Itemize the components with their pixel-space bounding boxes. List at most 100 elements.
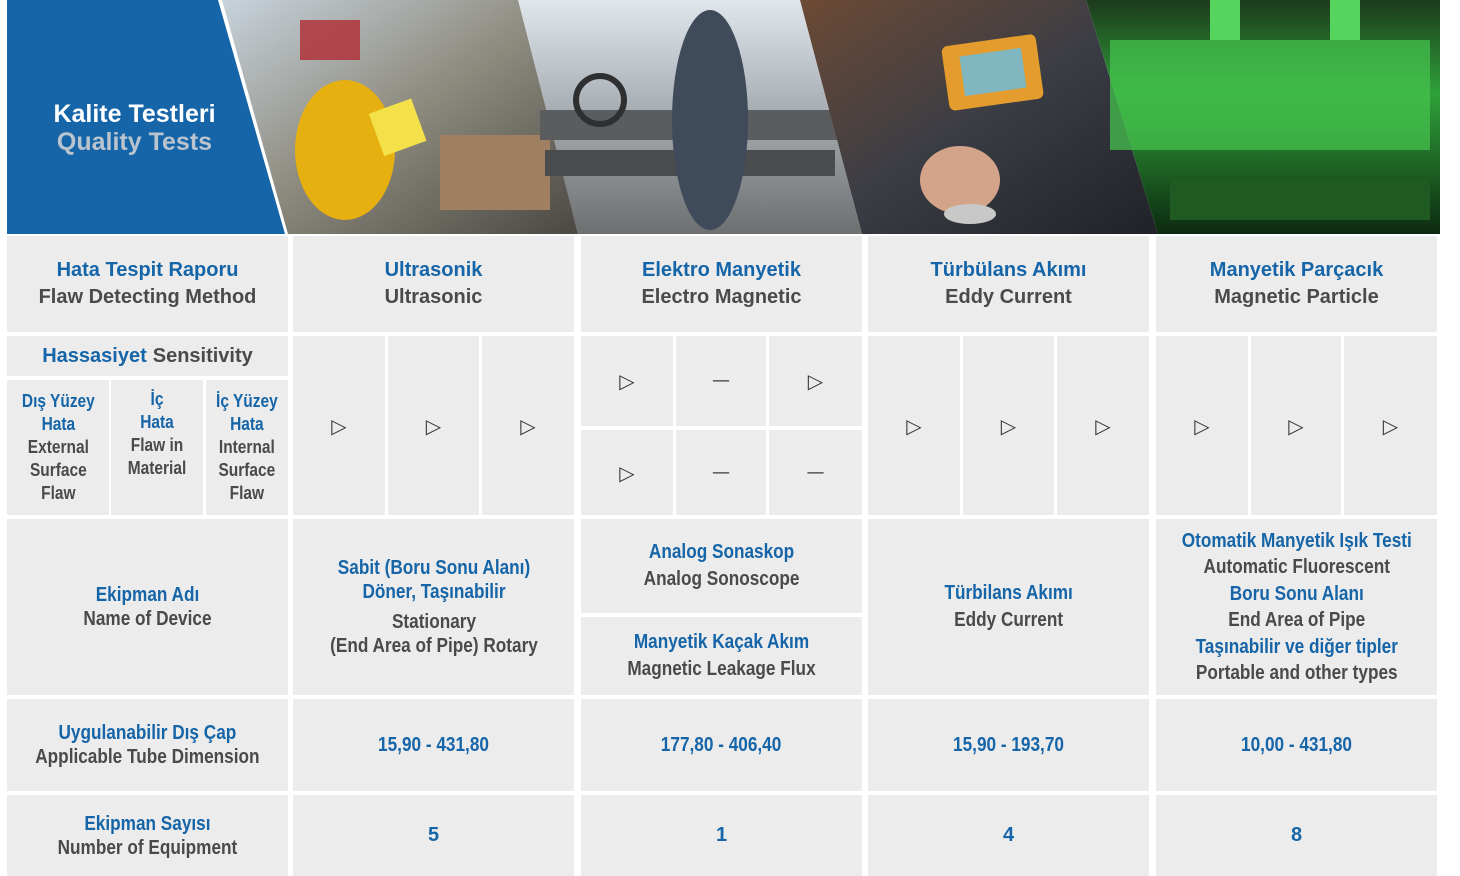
photo-ultrasonic xyxy=(222,0,578,234)
device-tr1: Otomatik Manyetik Işık Testi xyxy=(1181,529,1412,552)
mark-electro-top-external: ▷ xyxy=(581,336,673,426)
mark-ultrasonic-external: ▷ xyxy=(293,336,385,515)
row-label-dimension: Uygulanabilir Dış Çap Applicable Tube Di… xyxy=(7,699,288,791)
device-en3: Portable and other types xyxy=(1195,662,1398,684)
label-device-en: Name of Device xyxy=(83,608,212,630)
count-value: 4 xyxy=(1002,824,1015,846)
label-dimension-tr: Uygulanabilir Dış Çap xyxy=(58,722,237,744)
sensitivity-mark: — xyxy=(712,370,730,391)
sensitivity-mark: ▷ xyxy=(331,413,347,438)
mark-eddy-internal: ▷ xyxy=(1057,336,1149,515)
count-eddy: 4 xyxy=(868,795,1149,876)
sensitivity-mark: ▷ xyxy=(619,460,635,485)
device-tr3: Taşınabilir ve diğer tipler xyxy=(1195,635,1398,658)
device-ultrasonic: Sabit (Boru Sonu Alanı) Döner, Taşınabil… xyxy=(293,519,574,695)
sensitivity-mark: ▷ xyxy=(1288,413,1304,438)
count-magnetic: 8 xyxy=(1156,795,1437,876)
sensitivity-sub-material: İç Hata Flaw in Material xyxy=(111,380,203,515)
sub-en2: Surface xyxy=(29,460,87,480)
sub-tr1: İç xyxy=(150,389,164,409)
method-header-electro: Elektro Manyetik Electro Magnetic xyxy=(581,236,862,332)
method-en: Electro Magnetic xyxy=(641,286,802,308)
method-en: Eddy Current xyxy=(945,286,1072,308)
sub-tr2: Hata xyxy=(230,414,264,434)
sensitivity-mark: ▷ xyxy=(1382,413,1399,438)
device-en1: Stationary xyxy=(391,611,476,633)
device-en2: End Area of Pipe xyxy=(1227,609,1365,631)
sensitivity-mark: ▷ xyxy=(520,413,536,438)
mark-electro-top-material: — xyxy=(676,336,766,426)
sensitivity-mark: ▷ xyxy=(619,369,635,393)
sensitivity-mark: ▷ xyxy=(906,413,922,438)
label-method-tr: Hata Tespit Raporu xyxy=(56,259,239,281)
row-label-method: Hata Tespit Raporu Flaw Detecting Method xyxy=(7,236,288,332)
device-electro-bottom: Manyetik Kaçak Akım Magnetic Leakage Flu… xyxy=(581,617,862,695)
sensitivity-title-tr: Hassasiyet xyxy=(42,344,147,367)
sensitivity-mark: ▷ xyxy=(807,369,824,393)
label-method-en: Flaw Detecting Method xyxy=(38,286,257,308)
device-eddy: Türbilans Akımı Eddy Current xyxy=(868,519,1149,695)
method-en: Magnetic Particle xyxy=(1214,286,1379,308)
sensitivity-mark: — xyxy=(806,461,825,483)
dimension-value: 15,90 - 193,70 xyxy=(953,733,1064,756)
method-tr: Manyetik Parçacık xyxy=(1209,259,1384,281)
sub-en3: Flaw xyxy=(40,483,76,503)
dimension-value: 10,00 - 431,80 xyxy=(1241,733,1352,756)
count-value: 1 xyxy=(715,824,728,846)
method-tr: Elektro Manyetik xyxy=(642,259,801,281)
method-header-magnetic: Manyetik Parçacık Magnetic Particle xyxy=(1156,236,1437,332)
mark-magnetic-external: ▷ xyxy=(1156,336,1248,515)
sub-tr2: Hata xyxy=(140,412,174,432)
mark-eddy-material: ▷ xyxy=(963,336,1054,515)
label-device-tr: Ekipman Adı xyxy=(95,584,200,606)
sub-en1: Internal xyxy=(219,437,275,457)
device-en: Magnetic Leakage Flux xyxy=(627,658,816,680)
row-label-count: Ekipman Sayısı Number of Equipment xyxy=(7,795,288,876)
method-en: Ultrasonic xyxy=(384,286,483,308)
dimension-electro: 177,80 - 406,40 xyxy=(581,699,862,791)
device-tr: Analog Sonaskop xyxy=(648,541,795,563)
method-tr: Türbülans Akımı xyxy=(930,259,1087,281)
mark-electro-top-internal: ▷ xyxy=(769,336,862,426)
dimension-magnetic: 10,00 - 431,80 xyxy=(1156,699,1437,791)
dimension-ultrasonic: 15,90 - 431,80 xyxy=(293,699,574,791)
device-en: Analog Sonoscope xyxy=(643,568,800,590)
count-value: 5 xyxy=(427,824,440,846)
device-tr2: Boru Sonu Alanı xyxy=(1229,582,1364,605)
sensitivity-mark: ▷ xyxy=(1194,413,1210,438)
mark-ultrasonic-material: ▷ xyxy=(388,336,479,515)
device-tr: Türbilans Akımı xyxy=(944,582,1073,604)
label-count-en: Number of Equipment xyxy=(57,836,238,859)
banner-title-en: Quality Tests xyxy=(56,128,213,156)
sub-en2: Material xyxy=(127,458,187,478)
sub-tr2: Hata xyxy=(41,414,75,434)
sensitivity-mark: — xyxy=(712,461,730,483)
device-en1: Automatic Fluorescent xyxy=(1203,556,1390,578)
device-en: Eddy Current xyxy=(954,609,1063,631)
device-en2: (End Area of Pipe) Rotary xyxy=(329,635,538,657)
device-electro-top: Analog Sonaskop Analog Sonoscope xyxy=(581,519,862,613)
sub-en2: Surface xyxy=(218,460,276,480)
sensitivity-mark: ▷ xyxy=(1000,413,1017,438)
mark-magnetic-material: ▷ xyxy=(1251,336,1341,515)
device-tr: Manyetik Kaçak Akım xyxy=(633,631,810,653)
method-header-ultrasonic: Ultrasonik Ultrasonic xyxy=(293,236,574,332)
mark-electro-bottom-external: ▷ xyxy=(581,430,673,515)
count-electro: 1 xyxy=(581,795,862,876)
sub-tr1: İç Yüzey xyxy=(216,391,278,411)
banner-title-tr: Kalite Testleri xyxy=(53,100,216,128)
method-header-eddy: Türbülans Akımı Eddy Current xyxy=(868,236,1149,332)
row-label-device: Ekipman Adı Name of Device xyxy=(7,519,288,695)
sensitivity-sub-internal: İç Yüzey Hata Internal Surface Flaw xyxy=(206,380,288,515)
sensitivity-title: Hassasiyet Sensitivity xyxy=(7,336,288,376)
sensitivity-mark: ▷ xyxy=(425,413,442,438)
mark-eddy-external: ▷ xyxy=(868,336,960,515)
device-magnetic: Otomatik Manyetik Işık Testi Automatic F… xyxy=(1156,519,1437,695)
sub-en1: Flaw in xyxy=(130,435,184,455)
sub-tr1: Dış Yüzey xyxy=(21,391,95,411)
banner-title: Kalite Testleri Quality Tests xyxy=(7,100,262,156)
device-tr: Sabit (Boru Sonu Alanı) Döner, Taşınabil… xyxy=(337,557,530,603)
sensitivity-sub-external: Dış Yüzey Hata External Surface Flaw xyxy=(7,380,109,515)
label-count-tr: Ekipman Sayısı xyxy=(84,812,211,835)
dimension-value: 15,90 - 431,80 xyxy=(378,733,489,756)
